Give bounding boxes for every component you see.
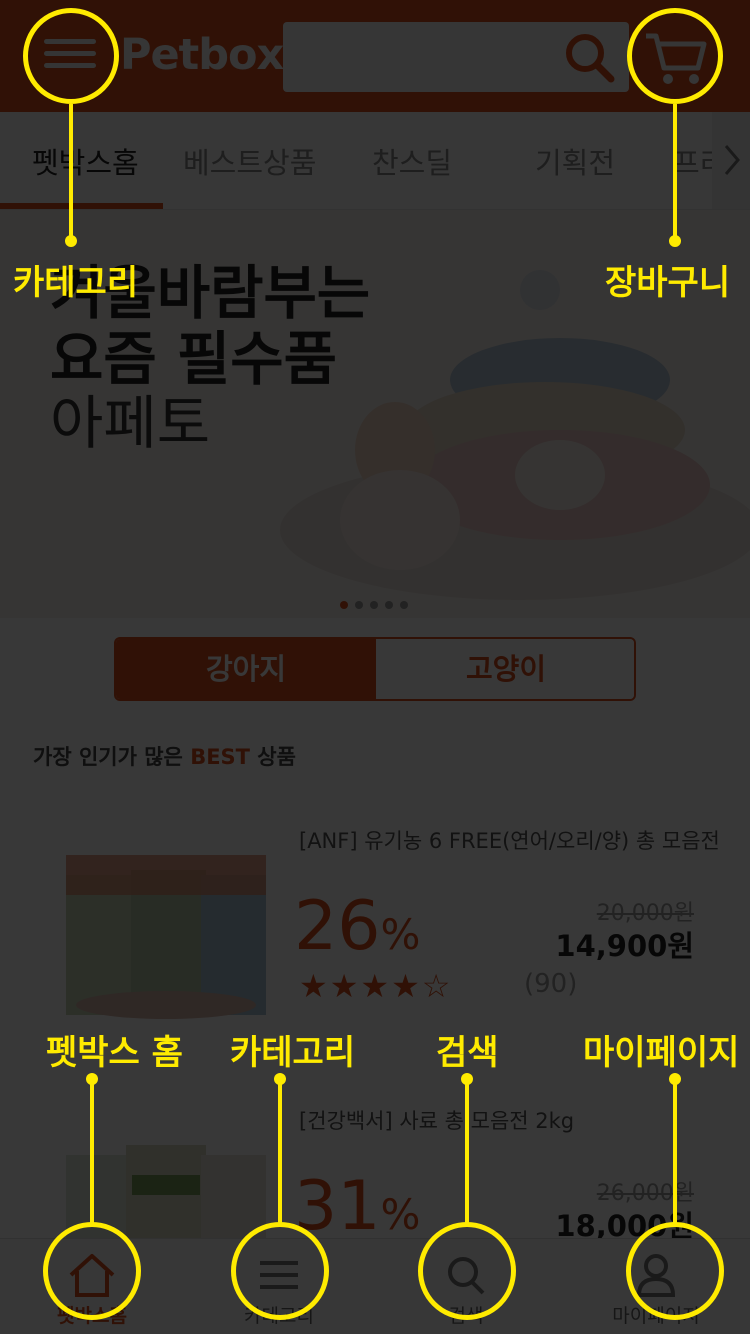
pagination-dot[interactable] [340, 601, 348, 609]
annotation-label-cart: 장바구니 [605, 263, 731, 303]
annotation-label-category-bottom: 카테고리 [230, 1033, 356, 1073]
annotation-label-search: 검색 [436, 1033, 499, 1073]
active-tab-indicator [0, 203, 163, 209]
annotation-line [673, 1080, 677, 1223]
search-input[interactable] [293, 34, 553, 80]
annotation-line [673, 104, 677, 238]
banner-pagination [340, 594, 415, 609]
pagination-dot[interactable] [385, 601, 393, 609]
cat-toggle-button[interactable]: 고양이 [376, 639, 634, 699]
product-image [66, 855, 266, 1019]
annotation-ring-search [418, 1222, 516, 1320]
annotation-ring-home [43, 1222, 141, 1320]
top-nav-tabs: 펫박스홈 베스트상품 찬스딜 기획전 프리미 [0, 112, 750, 210]
product-card[interactable]: [건강백서] 사료 총 모음전 2kg 31% 26,000원 18,000원 [34, 1075, 716, 1295]
sale-price: 14,900원 [555, 929, 694, 963]
pagination-dot[interactable] [400, 601, 408, 609]
pagination-dot[interactable] [355, 601, 363, 609]
tab-promotions[interactable]: 기획전 [535, 140, 615, 182]
dog-toggle-button[interactable]: 강아지 [116, 639, 376, 699]
product-name: [건강백서] 사료 총 모음전 2kg [299, 1109, 575, 1133]
annotation-label-home: 펫박스 홈 [46, 1033, 183, 1073]
annotation-ring-category [231, 1222, 329, 1320]
petbox-logo[interactable]: Petbox [120, 30, 284, 80]
tab-best-products[interactable]: 베스트상품 [183, 140, 316, 182]
tab-scroll-right-button[interactable] [712, 112, 750, 209]
pagination-dot[interactable] [370, 601, 378, 609]
annotation-label-mypage: 마이페이지 [583, 1033, 740, 1073]
review-count: (90) [524, 969, 578, 999]
annotation-label-category: 카테고리 [13, 263, 139, 303]
annotation-line [465, 1080, 469, 1223]
best-section-title: 가장 인기가 많은 BEST 상품 [33, 745, 296, 769]
banner-brand: 아페토 [50, 389, 211, 457]
annotation-dot [669, 235, 681, 247]
annotation-line [69, 104, 73, 238]
tab-petbox-home[interactable]: 펫박스홈 [32, 140, 139, 182]
product-name: [ANF] 유기농 6 FREE(연어/오리/양) 총 모음전 [299, 829, 720, 853]
rating-stars: ★★★★☆ [299, 967, 453, 1005]
product-card[interactable]: [ANF] 유기농 6 FREE(연어/오리/양) 총 모음전 26% 20,0… [34, 795, 720, 1045]
pet-type-toggle: 강아지 고양이 [114, 637, 636, 701]
tab-chance-deal[interactable]: 찬스딜 [372, 140, 452, 182]
annotation-line [90, 1080, 94, 1223]
discount-rate: 26% [294, 887, 421, 966]
app-screen: Petbox 펫박스홈 베스트상품 찬스딜 기획전 프리미 [0, 0, 750, 1334]
annotation-ring-cart [627, 8, 723, 104]
annotation-dot [65, 235, 77, 247]
annotation-line [278, 1080, 282, 1223]
annotation-ring-menu [23, 8, 119, 104]
search-button[interactable] [562, 30, 618, 86]
search-icon [566, 34, 615, 83]
annotation-ring-mypage [626, 1222, 724, 1320]
chevron-right-icon [724, 145, 740, 175]
banner-headline-2: 요즘 필수품 [50, 325, 337, 393]
